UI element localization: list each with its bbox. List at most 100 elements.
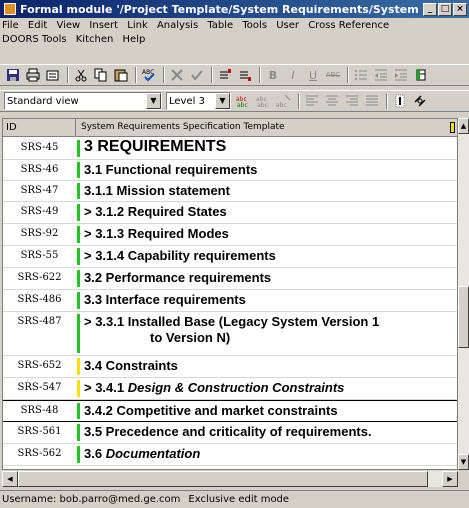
cut-icon[interactable]	[72, 66, 90, 84]
spellcheck-icon[interactable]: ABC	[140, 66, 158, 84]
bold-icon[interactable]: B	[264, 66, 282, 84]
strikethrough-icon[interactable]: ABC	[324, 66, 342, 84]
standard-toolbar: ABC B I U ABC	[0, 64, 469, 86]
save-icon[interactable]	[4, 66, 22, 84]
row-text: 3.1.1 Mission statement	[84, 183, 230, 198]
module-grid: ID System Requirements Specification Tem…	[2, 118, 458, 470]
menu-kitchen[interactable]: Kitchen	[76, 33, 114, 47]
menu-analysis[interactable]: Analysis	[157, 19, 198, 33]
properties-icon[interactable]	[44, 66, 62, 84]
outdent-icon[interactable]	[372, 66, 390, 84]
row-id: SRS-562	[17, 448, 62, 459]
vertical-scroll-thumb[interactable]	[458, 286, 469, 348]
table-row[interactable]: SRS-55 > 3.1.4 Capability requirements	[3, 246, 457, 268]
menu-file[interactable]: File	[2, 19, 19, 33]
chevron-down-icon[interactable]: ▼	[146, 93, 161, 109]
row-text-plain: > 3.4.1	[84, 380, 128, 395]
bullet-list-icon[interactable]	[352, 66, 370, 84]
doors-app-icon	[4, 3, 16, 15]
status-bar	[77, 140, 80, 157]
delete-icon[interactable]	[168, 66, 186, 84]
column-resize-handle[interactable]	[450, 122, 455, 133]
table-row[interactable]: SRS-92 > 3.1.3 Required Modes	[3, 224, 457, 246]
vertical-scrollbar[interactable]: ▲ ▼	[458, 118, 469, 470]
table-row[interactable]: SRS-561 3.5 Precedence and criticality o…	[3, 422, 457, 444]
italic-icon[interactable]: I	[284, 66, 302, 84]
view-toolbar: Standard view ▼ Level 3 ▼ abc abc abc abc …	[0, 90, 469, 112]
table-row[interactable]: SRS-547 > 3.4.1 Design & Construction Co…	[3, 378, 457, 400]
menu-cross-reference[interactable]: Cross Reference	[308, 19, 389, 33]
row-text: > 3.3.1 Installed Base (Legacy System Ve…	[84, 312, 455, 346]
menu-link[interactable]: Link	[127, 19, 147, 33]
scroll-left-icon[interactable]: ◀	[2, 471, 18, 487]
horizontal-scroll-thumb[interactable]	[18, 471, 428, 487]
justify-icon[interactable]	[363, 92, 381, 110]
row-id: SRS-47	[20, 185, 59, 196]
table-row[interactable]: SRS-49 > 3.1.2 Required States	[3, 202, 457, 224]
row-id: SRS-652	[17, 360, 62, 371]
maximize-button[interactable]: □	[438, 2, 452, 16]
scroll-right-icon[interactable]: ▶	[442, 471, 458, 487]
table-row[interactable]: SRS-652 3.4 Constraints	[3, 356, 457, 378]
id-column-header[interactable]: ID	[3, 119, 76, 137]
table-row[interactable]: SRS-562 3.6 Documentation	[3, 444, 457, 466]
align-right-icon[interactable]	[343, 92, 361, 110]
menu-tools[interactable]: Tools	[242, 19, 267, 33]
table-row[interactable]: SRS-486 3.3 Interface requirements	[3, 290, 457, 312]
align-center-icon[interactable]	[323, 92, 341, 110]
table-row[interactable]: SRS-47 3.1.1 Mission statement	[3, 181, 457, 202]
row-id: SRS-547	[17, 382, 62, 393]
align-left-icon[interactable]	[303, 92, 321, 110]
row-text: 3.4 Constraints	[84, 358, 178, 373]
row-text: > 3.4.1 Design & Construction Constraint…	[84, 378, 455, 396]
menu-user[interactable]: User	[276, 19, 299, 33]
filter-icon[interactable]: abc abc	[235, 92, 253, 110]
status-bar	[77, 204, 80, 221]
menu-help[interactable]: Help	[123, 33, 146, 47]
copy-icon[interactable]	[92, 66, 110, 84]
menu-doors-tools[interactable]: DOORS Tools	[2, 33, 67, 47]
table-row[interactable]: SRS-48 3.4.2 Competitive and market cons…	[3, 400, 457, 422]
insert-object-icon[interactable]	[216, 66, 234, 84]
main-column-header[interactable]: System Requirements Specification Templa…	[77, 119, 457, 137]
accept-icon[interactable]	[188, 66, 206, 84]
sort-icon[interactable]: abc abc	[255, 92, 273, 110]
svg-text:abc: abc	[257, 102, 268, 108]
menu-view[interactable]: View	[56, 19, 80, 33]
menu-insert[interactable]: Insert	[89, 19, 118, 33]
sort-ascending-icon[interactable]: abc	[275, 92, 293, 110]
menu-table[interactable]: Table	[207, 19, 233, 33]
horizontal-scrollbar[interactable]: ◀ ▶	[2, 471, 458, 487]
level-select[interactable]: Level 3 ▼	[166, 92, 231, 110]
status-bar-footer: Username: bob.parro@med.ge.com Exclusive…	[0, 490, 469, 508]
indent-icon[interactable]	[392, 66, 410, 84]
row-id: SRS-487	[17, 316, 62, 327]
scroll-down-icon[interactable]: ▼	[458, 454, 469, 470]
column-icon[interactable]	[391, 92, 409, 110]
row-text: 3.1 Functional requirements	[84, 162, 258, 177]
status-bar	[77, 380, 80, 397]
table-row[interactable]: SRS-46 3.1 Functional requirements	[3, 160, 457, 181]
print-icon[interactable]	[24, 66, 42, 84]
minimize-button[interactable]: _	[423, 2, 437, 16]
paste-icon[interactable]	[112, 66, 130, 84]
table-icon[interactable]	[412, 66, 430, 84]
scroll-up-icon[interactable]: ▲	[458, 118, 469, 134]
title-bar: Formal module '/Project Template/System …	[0, 0, 469, 18]
view-select[interactable]: Standard view ▼	[4, 92, 162, 110]
status-bar	[77, 403, 80, 419]
row-id: SRS-46	[20, 164, 59, 175]
close-button[interactable]: ×	[453, 2, 467, 16]
view-select-value: Standard view	[7, 95, 79, 107]
chevron-down-icon[interactable]: ▼	[215, 93, 230, 109]
insert-below-icon[interactable]	[236, 66, 254, 84]
underline-icon[interactable]: U	[304, 66, 322, 84]
table-row[interactable]: SRS-45 3 REQUIREMENTS	[3, 138, 457, 160]
table-row[interactable]: SRS-622 3.2 Performance requirements	[3, 268, 457, 290]
link-icon[interactable]	[411, 92, 429, 110]
row-text: > 3.1.4 Capability requirements	[84, 248, 276, 263]
status-bar	[77, 446, 80, 463]
menu-edit[interactable]: Edit	[28, 19, 47, 33]
row-text: 3.4.2 Competitive and market constraints	[84, 403, 338, 418]
table-row[interactable]: SRS-487 > 3.3.1 Installed Base (Legacy S…	[3, 312, 457, 356]
